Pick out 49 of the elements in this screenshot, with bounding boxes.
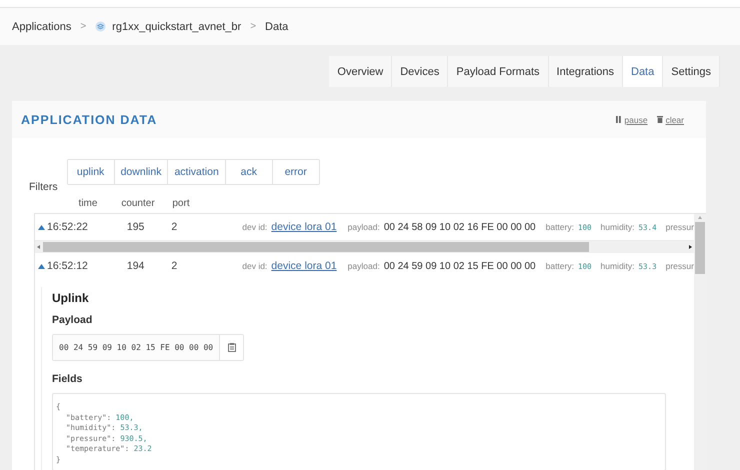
- payload-field[interactable]: 00 24 59 09 10 02 15 FE 00 00 00: [52, 334, 244, 361]
- breadcrumb-link[interactable]: rg1xx_quickstart_avnet_br: [95, 20, 242, 32]
- breadcrumb-current: Data: [265, 20, 288, 32]
- field-label: humidity:: [600, 222, 635, 232]
- pause-icon: [616, 116, 622, 123]
- section-label: Payload: [52, 314, 94, 326]
- port-cell: 2: [171, 260, 178, 272]
- clipboard-icon: [228, 343, 236, 352]
- separator: >: [80, 21, 86, 32]
- field-label: humidity:: [600, 261, 635, 271]
- tab[interactable]: Data: [623, 56, 664, 87]
- field-label: battery:: [546, 261, 574, 271]
- label: payload:: [348, 222, 380, 232]
- counter-cell: 194: [126, 260, 144, 272]
- clear-link[interactable]: clear: [656, 114, 684, 124]
- column-header: time: [78, 198, 98, 211]
- filters-label: Filters: [29, 181, 58, 193]
- section-label: Fields: [52, 373, 84, 385]
- device-link[interactable]: device lora 01: [271, 221, 337, 233]
- scrollbar-thumb[interactable]: [695, 222, 705, 274]
- scroll-left-icon[interactable]: [35, 243, 43, 251]
- separator: >: [250, 21, 256, 32]
- detail-title: Uplink: [52, 291, 90, 305]
- column-header: port: [171, 198, 191, 211]
- label: dev id:: [242, 222, 268, 232]
- field-label: pressur: [666, 261, 694, 271]
- scroll-up-icon[interactable]: [696, 214, 704, 220]
- device-link[interactable]: device lora 01: [271, 260, 337, 272]
- trash-icon: [656, 116, 663, 123]
- label: payload:: [348, 261, 380, 271]
- time-cell: 16:52:12: [47, 260, 88, 272]
- column-header: counter: [120, 198, 156, 211]
- caret-icon[interactable]: [38, 224, 44, 230]
- scroll-right-icon[interactable]: [686, 243, 694, 251]
- panel-title: APPLICATION DATA: [21, 112, 158, 126]
- layers-icon: [95, 21, 106, 32]
- port-cell: 2: [171, 221, 178, 233]
- breadcrumb-link[interactable]: Applications: [12, 20, 72, 32]
- field-label: pressur: [666, 222, 694, 232]
- time-cell: 16:52:22: [47, 221, 88, 233]
- copy-button[interactable]: [219, 335, 243, 360]
- pause-link[interactable]: pause: [616, 114, 648, 124]
- filter-button[interactable]: uplink: [68, 160, 115, 184]
- payload-text: 00 24 58 09 10 02 16 FE 00 00 00: [384, 222, 536, 232]
- payload-text: 00 24 59 09 10 02 15 FE 00 00 00: [384, 260, 536, 272]
- counter-cell: 195: [126, 221, 144, 233]
- caret-icon[interactable]: [38, 264, 44, 268]
- label: dev id:: [242, 261, 268, 271]
- field-label: battery:: [546, 222, 574, 232]
